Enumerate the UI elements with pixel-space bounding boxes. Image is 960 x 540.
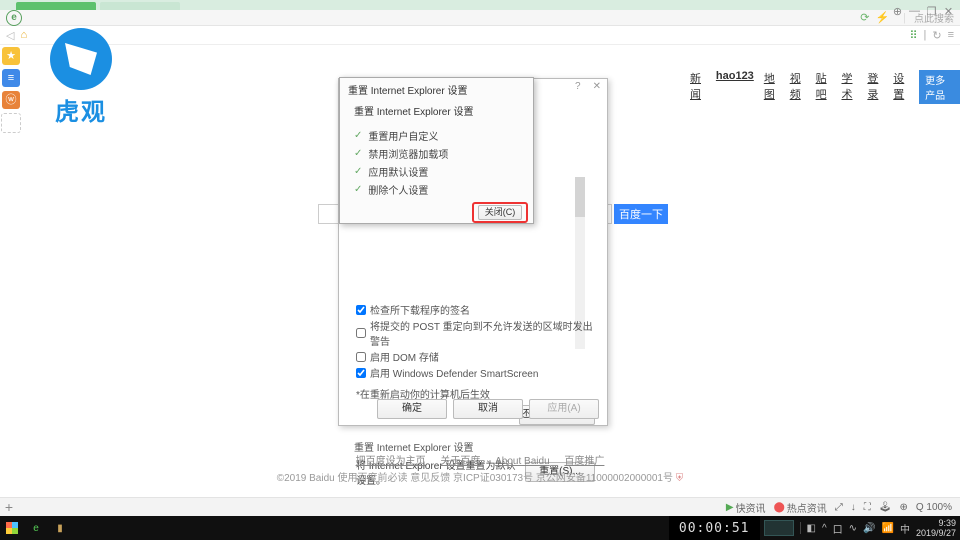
apply-button[interactable]: 应用(A) [529,399,599,419]
task-browser-icon[interactable]: e [24,516,48,540]
page-footer: 把百度设为主页 关于百度 About Baidu 百度推广 ©2019 Baid… [0,452,960,484]
check-icon: ✓ [354,166,362,177]
toolbar: ◁ ⌂ ⠿ | ↻ ≡ [0,26,960,45]
nav-map[interactable]: 地图 [764,70,780,104]
check-icon: ✓ [354,130,362,141]
add-icon[interactable]: ⊕ [899,502,907,513]
reset-item: ✓删除个人设置 [354,182,519,197]
highlighted-close-button: 关闭(C) [472,202,528,223]
menu-icon[interactable]: ≡ [948,29,954,41]
sidebar-add-icon[interactable] [1,113,21,133]
ok-button[interactable]: 确定 [377,399,447,419]
nav-video[interactable]: 视频 [790,70,806,104]
footer-link[interactable]: 把百度设为主页 [356,456,426,467]
network-icon[interactable]: 📶 [882,523,894,534]
windows-icon [6,522,18,534]
new-tab-button[interactable]: + [0,499,18,515]
page-logo: 虎观 [42,28,120,127]
reset-item: ✓禁用浏览器加载项 [354,146,519,161]
taskbar-clock[interactable]: 9:392019/9/27 [916,518,960,538]
nav-login[interactable]: 登录 [867,70,883,104]
reset-item: ✓应用默认设置 [354,164,519,179]
reload-icon[interactable]: ↻ [932,29,941,42]
check-row[interactable]: 启用 DOM 存储 [356,349,595,364]
browser-logo-icon: e [6,10,22,26]
check-row[interactable]: 将提交的 POST 重定向到不允许发送的区域时发出警告 [356,318,595,348]
zoom-level[interactable]: Q 100% [916,502,952,513]
tray-up-icon[interactable]: ^ [822,523,827,534]
nav-xueshu[interactable]: 学术 [841,70,857,104]
download-icon[interactable]: ↓ [851,502,856,513]
divider: | [924,29,927,41]
recorder-thumb[interactable] [764,520,794,536]
close-icon[interactable]: ✕ [943,5,954,18]
sidebar-fav-icon[interactable]: ★ [2,47,20,65]
start-button[interactable] [0,516,24,540]
search-button[interactable]: 百度一下 [614,204,668,224]
help-icon[interactable]: ? [575,81,581,92]
sidebar: ★ ≡ ⓦ [0,43,22,137]
tray-icon[interactable]: ◧ [807,523,816,534]
reset-dialog-heading: 重置 Internet Explorer 设置 [340,78,533,101]
check-row[interactable]: 启用 Windows Defender SmartScreen [356,365,595,380]
cancel-button[interactable]: 取消 [453,399,523,419]
system-tray: ◧ ^ 口 ∿ 🔊 📶 中 [794,521,916,536]
task-explorer-icon[interactable]: ▮ [48,516,72,540]
footer-link[interactable]: 百度推广 [564,456,604,467]
nav-news[interactable]: 新闻 [690,70,706,104]
status-bar: + ▶快资讯 ⬤热点资讯 ⤢ ↓ ⛶ 🕹 ⊕ Q 100% [0,497,960,516]
volume-icon[interactable]: 🔊 [863,523,875,534]
tab-strip: ⊕ — ❐ ✕ [0,0,960,10]
home-icon[interactable]: ⌂ [20,29,27,41]
address-bar: e ⟳ ⚡ | 点此搜索 [0,10,960,26]
tray-icon[interactable]: ∿ [849,523,857,534]
reset-dialog-sub: 重置 Internet Explorer 设置 [340,101,533,120]
refresh-icon[interactable]: ⟳ [860,11,869,24]
sidebar-weibo-icon[interactable]: ⓦ [2,91,20,109]
top-nav: 新闻 hao123 地图 视频 贴吧 学术 登录 设置 更多产品 [690,70,960,104]
nav-more[interactable]: 更多产品 [919,70,960,104]
fullscreen-icon[interactable]: ⛶ [864,502,871,513]
taskbar: e ▮ 00:00:51 ◧ ^ 口 ∿ 🔊 📶 中 9:392019/9/27 [0,516,960,540]
window-controls: ⊕ — ❐ ✕ [892,5,954,18]
tray-icon[interactable]: 口 [833,521,843,536]
hot-info[interactable]: ⬤热点资讯 [774,500,827,515]
nav-settings[interactable]: 设置 [893,70,909,104]
footer-link[interactable]: About Baidu [495,456,550,467]
ime-icon[interactable]: 中 [900,521,910,536]
check-icon: ✓ [354,184,362,195]
browser-tab-active[interactable] [16,2,96,10]
footer-link[interactable]: 关于百度 [440,456,480,467]
status-icon[interactable]: ⤢ [835,502,843,513]
check-row[interactable]: 检查所下载程序的签名 [356,302,595,317]
back-icon[interactable]: ◁ [6,29,14,42]
dialog-close-icon[interactable]: ✕ [593,81,601,92]
reset-item: ✓重置用户自定义 [354,128,519,143]
nav-hao123[interactable]: hao123 [716,70,754,104]
logo-icon [50,28,112,90]
check-icon: ✓ [354,148,362,159]
copyright: ©2019 Baidu 使用百度前必读 意见反馈 京ICP证030173号 京公… [0,469,960,484]
nav-tieba[interactable]: 贴吧 [816,70,832,104]
browser-tab[interactable] [100,2,180,10]
pin-icon[interactable]: ⊕ [892,5,903,18]
sidebar-doc-icon[interactable]: ≡ [2,69,20,87]
restore-icon[interactable]: ❐ [926,5,937,18]
bolt-icon[interactable]: ⚡ [875,11,889,24]
logo-text: 虎观 [42,92,120,127]
game-icon[interactable]: 🕹 [879,502,892,513]
minimize-icon[interactable]: — [909,5,920,18]
recorder-timer: 00:00:51 [669,516,760,540]
close-button[interactable]: 关闭(C) [478,205,522,220]
ext-icon[interactable]: ⠿ [909,29,917,42]
quick-info[interactable]: ▶快资讯 [726,500,766,515]
